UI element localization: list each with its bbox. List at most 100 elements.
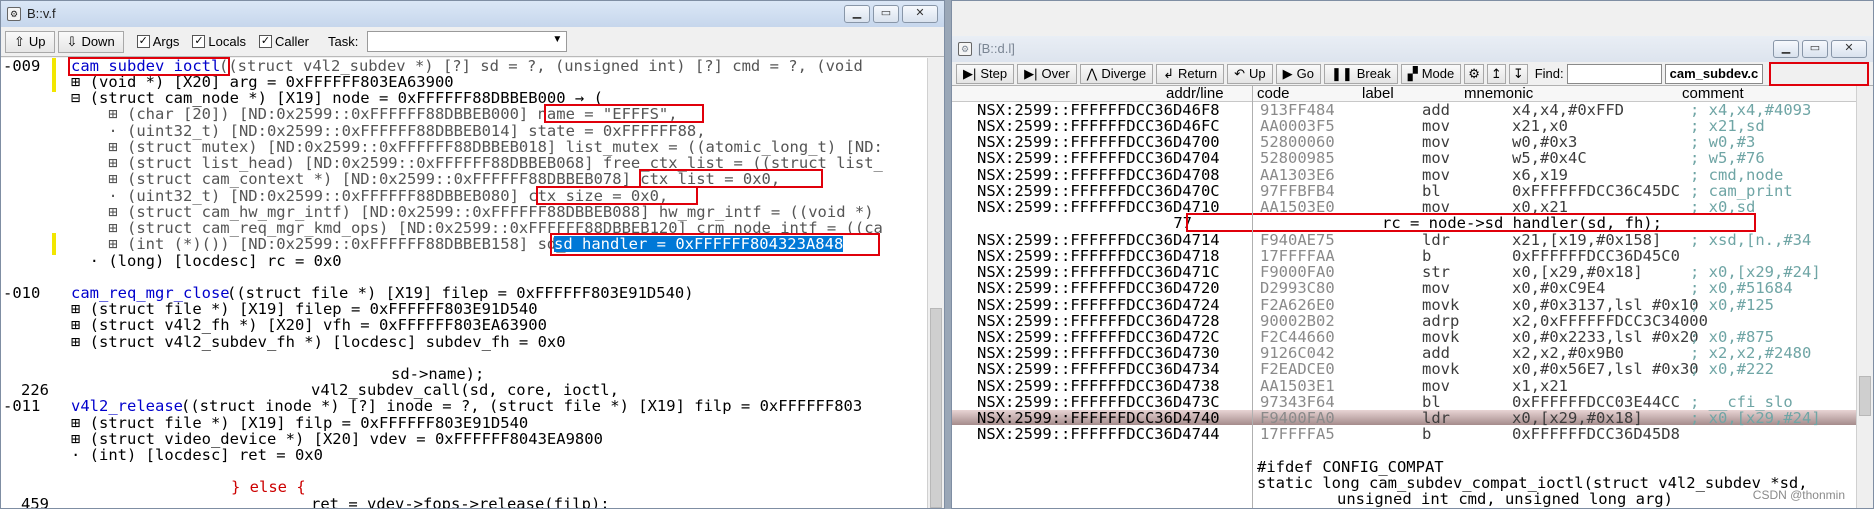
up-button[interactable]: ↶ Up xyxy=(1227,63,1273,84)
scrollbar-thumb[interactable] xyxy=(930,308,942,508)
frame-var[interactable]: ⊞ (struct file *) [X19] filp = 0xFFFFFF8… xyxy=(71,415,528,431)
frame-toolbar: ⇧ Up ⇩ Down ✓ Args ✓ Locals ✓ Caller Task: ▼ xyxy=(1,27,944,57)
close-icon[interactable]: ✕ xyxy=(902,5,938,23)
up-icon: ↶ xyxy=(1234,65,1245,81)
source-line: unsigned int cmd, unsigned long arg) xyxy=(1337,490,1673,508)
locals-checkbox[interactable]: ✓ Locals xyxy=(192,34,246,49)
col-label[interactable]: label xyxy=(1362,85,1394,102)
col-code[interactable]: code xyxy=(1257,85,1290,102)
view-button[interactable]: ⚙ xyxy=(1464,63,1484,84)
col-comment[interactable]: comment xyxy=(1682,85,1744,102)
step-over-icon: ▶| xyxy=(1024,65,1038,81)
col-mnemonic[interactable]: mnemonic xyxy=(1464,85,1533,102)
chevron-down-icon: ▼ xyxy=(552,34,563,45)
column-divider xyxy=(1252,86,1253,508)
frame-member[interactable]: ⊞ (struct cam_req_mgr_kmd_ops) [ND:0x259… xyxy=(71,220,883,236)
view-icon: ⚙ xyxy=(1468,65,1480,81)
frame-member[interactable]: ⊞ (char [20]) [ND:0x2599::0xFFFFFF88DBBE… xyxy=(71,106,677,122)
frame-var[interactable]: ⊞ (struct file *) [X19] filep = 0xFFFFFF… xyxy=(71,301,538,317)
frame-num: -010 xyxy=(3,284,41,302)
find-input[interactable] xyxy=(1566,63,1662,84)
window-title: [B::d.l] xyxy=(978,41,1015,56)
minimize-icon[interactable]: ▁ xyxy=(1773,40,1799,58)
frame-view: -009 cam_subdev_ioctl ((struct v4l2_subd… xyxy=(1,57,928,509)
up-arrow-icon: ↥ xyxy=(1490,65,1502,81)
find-label: Find: xyxy=(1534,66,1564,81)
frame-var[interactable]: ⊞ (void *) [X20] arg = 0xFFFFFF803EA6390… xyxy=(71,74,454,90)
task-label: Task: xyxy=(327,34,359,49)
frame-var[interactable]: ⊟ (struct cam_node *) [X19] node = 0xFFF… xyxy=(71,90,603,106)
return-icon: ↲ xyxy=(1163,65,1175,81)
frame-function[interactable]: cam_req_mgr_close xyxy=(71,285,230,301)
maximize-icon[interactable]: ▭ xyxy=(1802,40,1828,58)
task-select[interactable]: ▼ xyxy=(367,31,568,52)
break-button[interactable]: ❚❚ Break xyxy=(1323,63,1398,84)
prev-button[interactable]: ↥ xyxy=(1486,63,1506,84)
diverge-icon: ⋀ xyxy=(1086,65,1098,81)
go-button[interactable]: ▶ Go xyxy=(1275,63,1321,84)
frame-num: -009 xyxy=(3,57,41,75)
minimize-icon[interactable]: ▁ xyxy=(844,5,870,23)
frame-member[interactable]: ⊞ (struct list_head) [ND:0x2599::0xFFFFF… xyxy=(71,155,883,171)
app-icon: ⚙ xyxy=(7,7,21,21)
disassembly-window-titlebar: ⚙ [B::d.l] ▁ ▭ ✕ xyxy=(952,36,1873,62)
down-arrow-icon: ↧ xyxy=(1512,65,1524,81)
caller-checkbox[interactable]: ✓ Caller xyxy=(259,34,309,49)
frame-function[interactable]: v4l2_release xyxy=(71,398,183,414)
disassembly-window: ⚙ [B::d.l] ▁ ▭ ✕ ▶| Step ▶| Over ⋀ Diverge … xyxy=(951,0,1874,509)
close-icon[interactable]: ✕ xyxy=(1831,40,1867,58)
frame-var[interactable]: ⊞ (struct video_device *) [X20] vdev = 0… xyxy=(71,431,603,447)
frame-member[interactable]: · (uint32_t) [ND:0x2599::0xFFFFFF88DBBEB… xyxy=(71,188,668,204)
frame-function[interactable]: cam_subdev_ioctl xyxy=(71,58,220,74)
frame-member[interactable]: · (uint32_t) [ND:0x2599::0xFFFFFF88DBBEB… xyxy=(71,123,705,139)
frame-member[interactable]: ⊞ (struct cam_hw_mgr_intf) [ND:0x2599::0… xyxy=(71,204,873,220)
mode-icon: ▞ xyxy=(1407,65,1418,81)
source-line: static long cam_subdev_compat_ioctl(stru… xyxy=(1257,474,1808,492)
source-line: } else { xyxy=(231,478,306,496)
frame-signature: ((struct file *) [X19] filep = 0xFFFFFF8… xyxy=(227,284,694,302)
column-header: addr/line code label mnemonic comment xyxy=(952,85,1857,102)
disassembly-toolbar: ▶| Step ▶| Over ⋀ Diverge ↲ Return ↶ Up ▶ Go ❚… xyxy=(952,62,1873,86)
frame-window: ⚙ B::v.f ▁ ▭ ✕ ⇧ Up ⇩ Down ✓ Args ✓ Locals ✓… xyxy=(0,0,945,509)
mode-button[interactable]: ▞ Mode xyxy=(1400,63,1462,84)
selected-value[interactable]: sd_handler = 0xFFFFFF804323A848 xyxy=(554,236,844,253)
frame-var[interactable]: · (int) [locdesc] ret = 0x0 xyxy=(71,447,323,463)
pause-icon: ❚❚ xyxy=(1330,65,1353,81)
window-title: B::v.f xyxy=(27,6,56,21)
step-icon: ▶| xyxy=(963,65,977,81)
scrollbar-thumb[interactable] xyxy=(1859,376,1871,416)
frame-member[interactable]: ⊞ (struct mutex) [ND:0x2599::0xFFFFFF88D… xyxy=(71,139,883,155)
source-line-number: 459 xyxy=(21,495,49,509)
next-button[interactable]: ↧ xyxy=(1508,63,1528,84)
up-button[interactable]: ⇧ Up xyxy=(5,30,55,53)
frame-var[interactable]: · (long) [locdesc] rc = 0x0 xyxy=(71,253,342,269)
check-icon: ✓ xyxy=(192,35,206,48)
source-line: ret = vdev->fops->release(filp); xyxy=(311,495,610,509)
source-line-number: 226 xyxy=(21,381,49,399)
up-arrow-icon: ⇧ xyxy=(14,33,25,49)
down-button[interactable]: ⇩ Down xyxy=(57,30,124,53)
app-icon: ⚙ xyxy=(958,42,972,56)
play-icon: ▶ xyxy=(1282,65,1293,81)
source-file-name[interactable]: cam_subdev.c xyxy=(1664,63,1764,84)
col-addr[interactable]: addr/line xyxy=(1166,85,1224,102)
diverge-button[interactable]: ⋀ Diverge xyxy=(1079,63,1154,84)
check-icon: ✓ xyxy=(136,35,150,48)
source-line: #ifdef CONFIG_COMPAT xyxy=(1257,458,1444,476)
frame-var[interactable]: ⊞ (struct v4l2_subdev_fh *) [locdesc] su… xyxy=(71,334,566,350)
frame-signature: ((struct v4l2_subdev *) [?] sd = ?, (uns… xyxy=(219,57,863,75)
over-button[interactable]: ▶| Over xyxy=(1017,63,1077,84)
return-button[interactable]: ↲ Return xyxy=(1156,63,1225,84)
frame-member[interactable]: ⊞ (struct cam_context *) [ND:0x2599::0xF… xyxy=(71,171,780,187)
maximize-icon[interactable]: ▭ xyxy=(873,5,899,23)
frame-signature: ((struct inode *) [?] inode = ?, (struct… xyxy=(181,397,863,415)
args-checkbox[interactable]: ✓ Args xyxy=(136,34,179,49)
vertical-scrollbar[interactable] xyxy=(1856,86,1873,508)
step-button[interactable]: ▶| Step xyxy=(956,63,1015,84)
vertical-scrollbar[interactable] xyxy=(927,58,944,508)
disassembly-list: NSX:2599::FFFFFFDCC36D46F8 913FF484 add x4,… xyxy=(952,102,1857,508)
watermark: CSDN @thonmin xyxy=(1752,488,1845,502)
source-line: v4l2_subdev_call(sd, core, ioctl, xyxy=(311,381,619,399)
frame-var[interactable]: ⊞ (struct v4l2_fh *) [X20] vfh = 0xFFFFF… xyxy=(71,317,547,333)
current-frame-marker xyxy=(52,58,56,92)
